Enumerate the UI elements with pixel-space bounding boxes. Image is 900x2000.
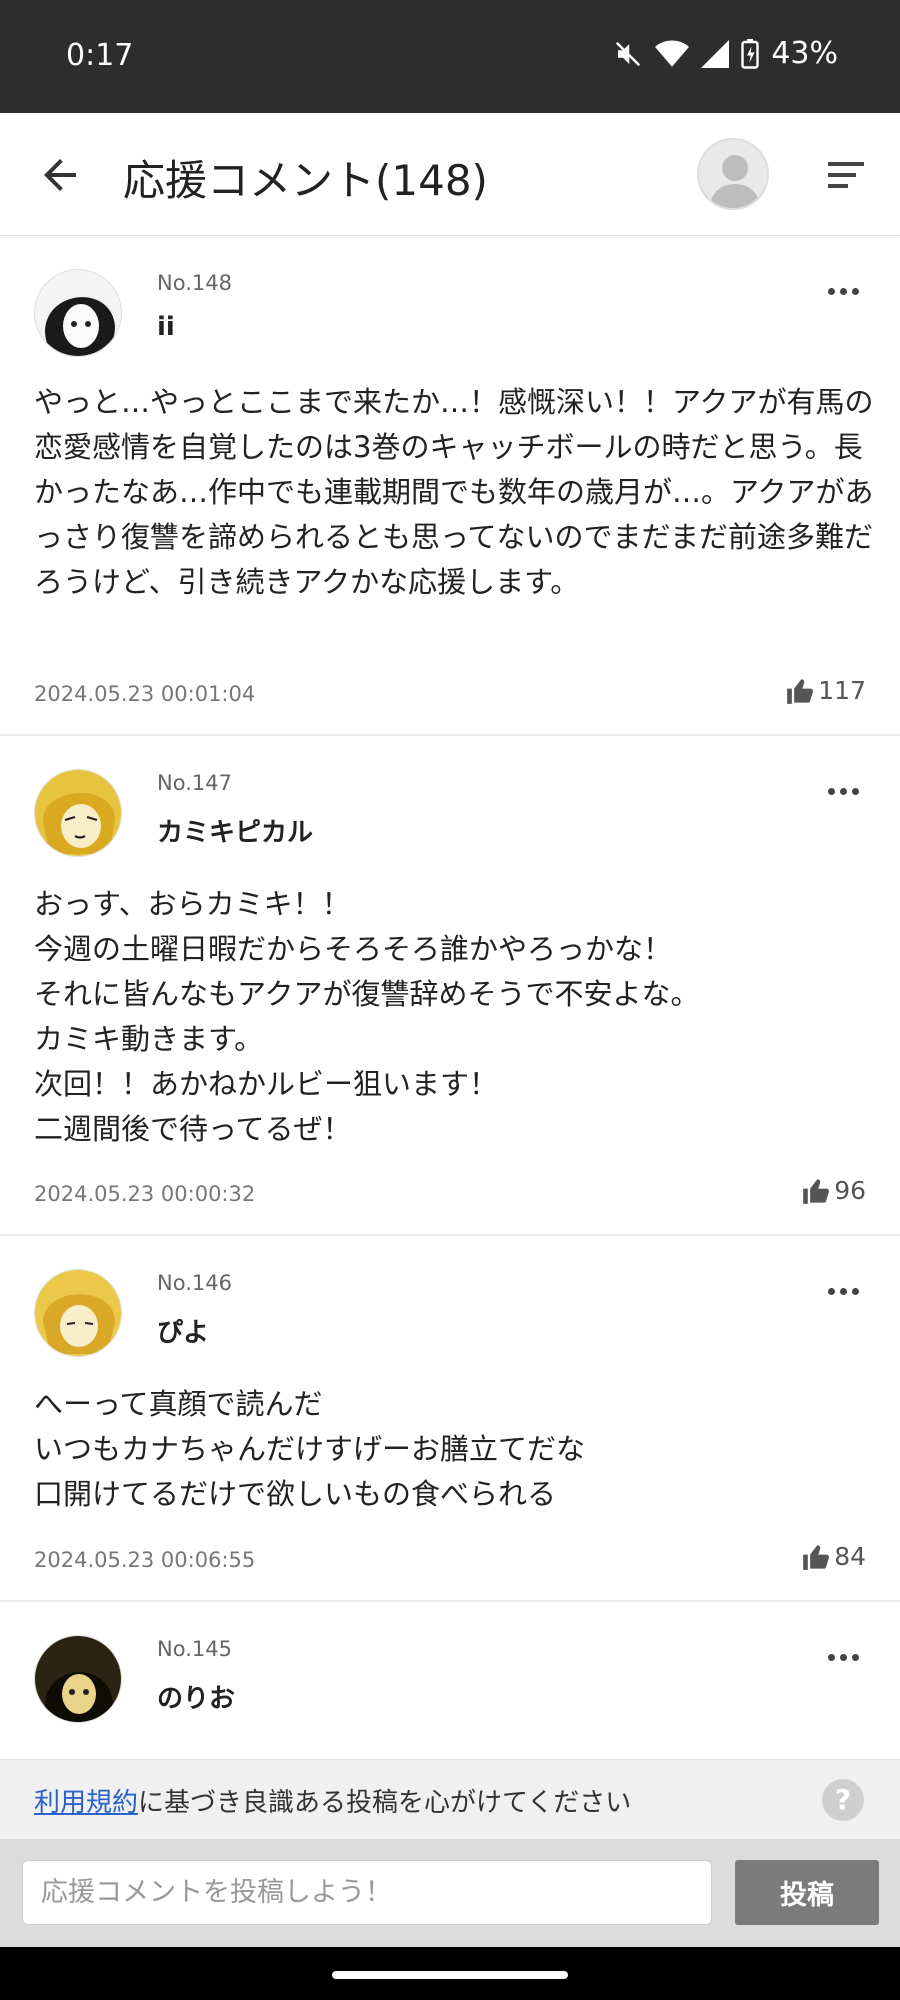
like-count: 96 [834, 1176, 866, 1205]
like-button[interactable]: 84 [802, 1542, 866, 1571]
post-button[interactable]: 投稿 [735, 1860, 879, 1925]
manga-avatar-icon [35, 770, 121, 856]
like-count: 117 [818, 676, 866, 705]
thumbs-up-icon [803, 1178, 830, 1204]
commenter-avatar[interactable] [34, 1635, 122, 1723]
posting-guidelines-bar: 利用規約に基づき良識ある投稿を心がけてください ? [0, 1759, 900, 1839]
battery-percent: 43% [771, 36, 838, 71]
commenter-name[interactable]: ii [157, 312, 175, 342]
manga-avatar-icon [35, 1636, 121, 1722]
user-avatar-icon [709, 155, 761, 208]
thumbs-up-icon [787, 678, 814, 704]
commenter-name[interactable]: のりお [157, 1678, 235, 1715]
manga-avatar-icon [35, 1270, 121, 1356]
like-count: 84 [834, 1542, 866, 1571]
like-button[interactable]: 96 [802, 1176, 866, 1205]
status-bar: 0:17 43% [0, 0, 900, 113]
more-options-button[interactable] [828, 780, 868, 795]
comment-body: へーって真顔で読んだ いつもカナちゃんだけすげーお膳立てだな 口開けてるだけで欲… [34, 1387, 586, 1511]
like-button[interactable]: 117 [786, 676, 866, 705]
comment-body: おっす、おらカミキ！！ 今週の土曜日暇だからそろそろ誰かやろっかな！ それに皆ん… [34, 887, 700, 1146]
page-title: 応援コメント(148) [123, 156, 488, 205]
sort-lines-icon [828, 162, 864, 188]
comment-date: 2024.05.23 00:06:55 [34, 1548, 256, 1572]
comment-number: No.145 [157, 1637, 232, 1661]
commenter-avatar[interactable] [34, 269, 122, 357]
comment-list: No.148 ii やっと…やっとここまで来たか…！感慨深い！！アクアが有馬の恋… [0, 236, 900, 1759]
more-options-button[interactable] [828, 280, 868, 295]
guidelines-message: に基づき良識ある投稿を心がけてください [138, 1788, 632, 1818]
arrow-left-icon [44, 159, 76, 191]
comment-item: No.147 カミキピカル おっす、おらカミキ！！ 今週の土曜日暇だからそろそろ… [0, 736, 900, 1236]
manga-avatar-icon [35, 270, 121, 356]
system-navigation-bar [0, 1947, 900, 2000]
more-options-button[interactable] [828, 1646, 868, 1661]
signal-icon [701, 39, 730, 68]
comment-item: No.148 ii やっと…やっとここまで来たか…！感慨深い！！アクアが有馬の恋… [0, 236, 900, 736]
comment-body: やっと…やっとここまで来たか…！感慨深い！！アクアが有馬の恋愛感情を自覚したのは… [34, 385, 874, 599]
comment-number: No.147 [157, 771, 232, 795]
thumbs-up-icon [803, 1544, 830, 1570]
help-icon[interactable]: ? [822, 1779, 864, 1821]
status-icons: 43% [613, 36, 838, 71]
commenter-avatar[interactable] [34, 1269, 122, 1357]
comment-compose-bar: 投稿 [0, 1839, 900, 1947]
more-options-button[interactable] [828, 1280, 868, 1295]
battery-charging-icon [741, 38, 760, 69]
guidelines-text: 利用規約に基づき良識ある投稿を心がけてください [34, 1782, 631, 1819]
commenter-avatar[interactable] [34, 769, 122, 857]
sort-menu-button[interactable] [826, 159, 866, 191]
status-time: 0:17 [66, 38, 134, 73]
comment-number: No.146 [157, 1271, 232, 1295]
comment-input[interactable] [22, 1860, 712, 1925]
comment-item: No.145 のりお [0, 1602, 900, 1759]
comment-date: 2024.05.23 00:01:04 [34, 682, 256, 706]
commenter-name[interactable]: ぴよ [157, 1312, 209, 1349]
home-gesture-handle[interactable] [332, 1971, 568, 1979]
app-header: 応援コメント(148) [0, 113, 900, 236]
commenter-name[interactable]: カミキピカル [157, 812, 313, 849]
comment-date: 2024.05.23 00:00:32 [34, 1182, 256, 1206]
user-avatar-button[interactable] [697, 138, 769, 210]
mute-icon [616, 41, 641, 66]
comment-number: No.148 [157, 271, 232, 295]
comment-item: No.146 ぴよ へーって真顔で読んだ いつもカナちゃんだけすげーお膳立てだな… [0, 1236, 900, 1602]
wifi-icon [655, 40, 690, 67]
terms-of-use-link[interactable]: 利用規約 [34, 1788, 138, 1818]
back-button[interactable] [36, 151, 84, 199]
